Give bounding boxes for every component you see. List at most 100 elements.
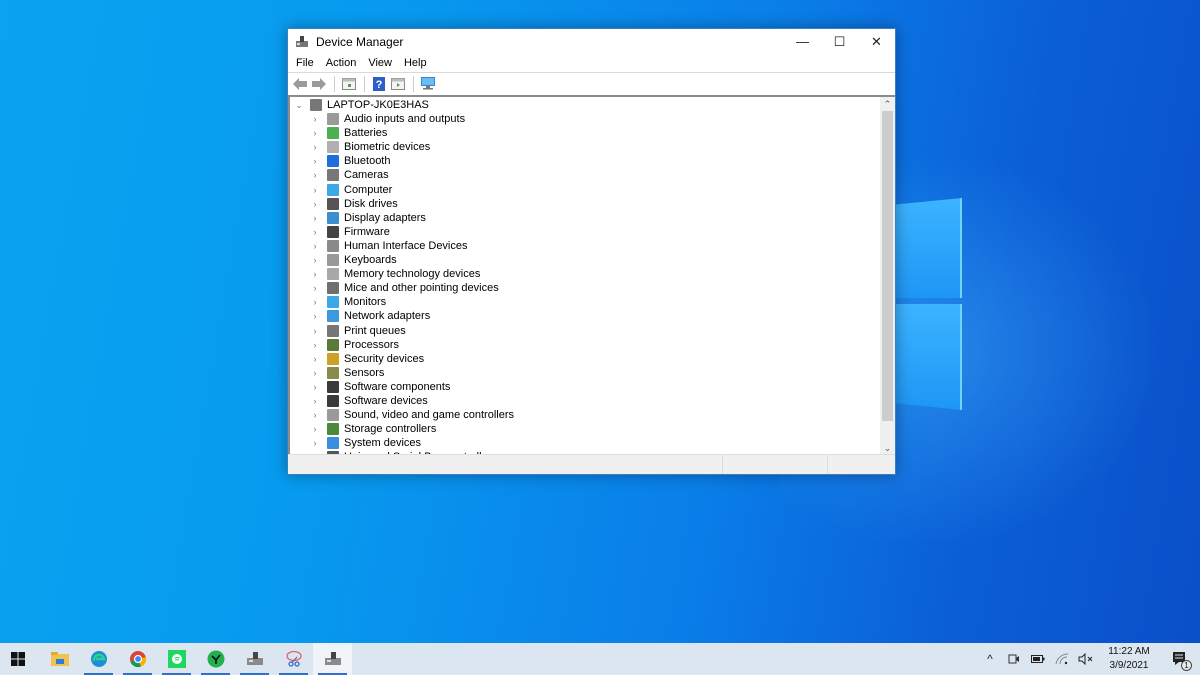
chevron-right-icon[interactable]: › [310, 340, 320, 350]
tree-category[interactable]: › Network adapters [310, 309, 430, 323]
toolbar: ? [288, 72, 895, 94]
tree-category[interactable]: › Batteries [310, 126, 387, 140]
battery-button[interactable] [1026, 643, 1050, 675]
tree-category[interactable]: › Security devices [310, 352, 424, 366]
action-center-button[interactable]: 1 [1160, 643, 1200, 675]
tree-category[interactable]: › Print queues [310, 324, 406, 338]
maximize-button[interactable]: ☐ [821, 29, 858, 54]
properties-button[interactable] [340, 75, 358, 93]
taskbar-start-button[interactable] [0, 643, 36, 675]
taskbar-chrome-button[interactable] [118, 643, 157, 675]
tree-category[interactable]: › Display adapters [310, 211, 426, 225]
chevron-right-icon[interactable]: › [310, 424, 320, 434]
back-button[interactable] [291, 75, 309, 93]
category-label: Software devices [344, 395, 428, 407]
taskbar-file-explorer-button[interactable] [40, 643, 79, 675]
scrollbar-thumb[interactable] [882, 111, 893, 421]
tree-category[interactable]: › Cameras [310, 168, 389, 182]
tree-category[interactable]: › Biometric devices [310, 140, 430, 154]
chevron-right-icon[interactable]: › [310, 255, 320, 265]
taskbar-device-manager-alt-button[interactable] [235, 643, 274, 675]
menu-help[interactable]: Help [398, 54, 433, 72]
chevron-right-icon[interactable]: › [310, 156, 320, 166]
chevron-right-icon[interactable]: › [310, 170, 320, 180]
tree-category[interactable]: › Sensors [310, 366, 384, 380]
chevron-right-icon[interactable]: › [310, 311, 320, 321]
minimize-button[interactable]: — [784, 29, 821, 54]
tree-category[interactable]: › Bluetooth [310, 154, 390, 168]
tree-root[interactable]: ⌄ LAPTOP-JK0E3HAS [294, 98, 429, 112]
security-key-icon [327, 352, 339, 365]
update-driver-button[interactable] [389, 75, 407, 93]
meet-now-button[interactable] [1002, 643, 1026, 675]
tree-category[interactable]: › Disk drives [310, 197, 398, 211]
taskbar-snipping-tool-button[interactable] [274, 643, 313, 675]
category-label: Batteries [344, 127, 388, 140]
tree-category[interactable]: › Memory technology devices [310, 267, 480, 281]
scan-hardware-button[interactable] [419, 75, 437, 93]
chevron-right-icon[interactable]: › [310, 283, 320, 293]
chevron-right-icon[interactable]: › [310, 354, 320, 364]
taskbar-device-manager-button[interactable] [313, 643, 352, 675]
chevron-right-icon[interactable]: › [310, 438, 320, 448]
tree-category[interactable]: › Mice and other pointing devices [310, 281, 499, 295]
notification-badge: 1 [1181, 660, 1192, 671]
menu-view[interactable]: View [362, 54, 398, 72]
chevron-right-icon[interactable]: › [310, 114, 320, 124]
wifi-icon [1055, 653, 1069, 665]
clock[interactable]: 11:22 AM 3/9/2021 [1098, 645, 1160, 673]
chevron-right-icon[interactable]: › [310, 227, 320, 237]
menu-file[interactable]: File [290, 54, 320, 72]
status-bar [288, 454, 895, 474]
close-button[interactable]: ✕ [858, 29, 895, 54]
taskbar-edge-button[interactable] [79, 643, 118, 675]
taskbar-razer-button[interactable] [196, 643, 235, 675]
help-button[interactable]: ? [370, 75, 388, 93]
category-label: Network adapters [344, 310, 431, 323]
chevron-down-icon[interactable]: ⌄ [294, 100, 304, 111]
tree-category[interactable]: › Firmware [310, 225, 390, 239]
chevron-right-icon[interactable]: › [310, 142, 320, 152]
tree-category[interactable]: › System devices [310, 436, 421, 450]
taskbar-spotify-button[interactable] [157, 643, 196, 675]
show-hidden-icons-button[interactable]: ^ [978, 643, 1002, 675]
chevron-right-icon[interactable]: › [310, 382, 320, 392]
chevron-right-icon[interactable]: › [310, 326, 320, 336]
scroll-up-icon[interactable]: ⌃ [880, 97, 895, 111]
tree-category[interactable]: › Software components [310, 380, 450, 394]
snipping-tool-icon [285, 650, 303, 668]
chevron-right-icon[interactable]: › [310, 269, 320, 279]
status-segment [288, 455, 723, 474]
network-button[interactable] [1050, 643, 1074, 675]
vertical-scrollbar[interactable]: ⌃ ⌄ [880, 97, 895, 455]
tree-category[interactable]: › Storage controllers [310, 422, 436, 436]
chevron-up-icon: ^ [987, 652, 993, 666]
tree-category[interactable]: › Audio inputs and outputs [310, 112, 465, 126]
category-label: Disk drives [344, 197, 398, 210]
chevron-right-icon[interactable]: › [310, 241, 320, 251]
tree-category[interactable]: › Computer [310, 183, 392, 197]
tree-category[interactable]: › Software devices [310, 394, 428, 408]
chevron-right-icon[interactable]: › [310, 128, 320, 138]
tree-category[interactable]: › Monitors [310, 295, 386, 309]
tree-category[interactable]: › Human Interface Devices [310, 239, 468, 253]
scroll-down-icon[interactable]: ⌄ [880, 441, 895, 455]
menu-action[interactable]: Action [320, 54, 363, 72]
device-tree: ⌄ LAPTOP-JK0E3HAS › Audio inputs and outp… [290, 97, 880, 455]
chevron-right-icon[interactable]: › [310, 368, 320, 378]
chevron-right-icon[interactable]: › [310, 185, 320, 195]
tree-category[interactable]: › Keyboards [310, 253, 397, 267]
tree-category[interactable]: › Processors [310, 338, 399, 352]
battery-icon [327, 127, 339, 140]
tree-category[interactable]: › Sound, video and game controllers [310, 408, 514, 422]
chevron-right-icon[interactable]: › [310, 297, 320, 307]
category-label: Storage controllers [344, 423, 437, 436]
volume-button[interactable] [1074, 643, 1098, 675]
title-bar[interactable]: Device Manager — ☐ ✕ [288, 29, 895, 54]
chevron-right-icon[interactable]: › [310, 199, 320, 209]
close-icon: ✕ [871, 33, 882, 49]
chevron-right-icon[interactable]: › [310, 396, 320, 406]
chevron-right-icon[interactable]: › [310, 410, 320, 420]
chevron-right-icon[interactable]: › [310, 213, 320, 223]
forward-button[interactable] [310, 75, 328, 93]
